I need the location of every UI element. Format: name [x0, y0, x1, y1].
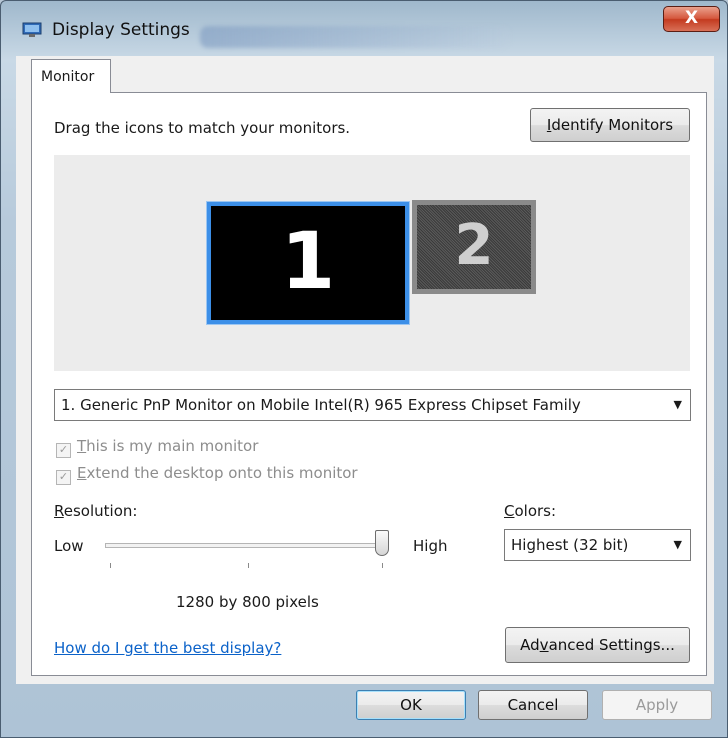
help-link[interactable]: How do I get the best display?	[54, 639, 281, 657]
monitor-select-value: 1. Generic PnP Monitor on Mobile Intel(R…	[61, 396, 581, 414]
colors-select-value: Highest (32 bit)	[511, 536, 629, 554]
chevron-down-icon: ▼	[673, 398, 682, 411]
cancel-button[interactable]: Cancel	[478, 690, 588, 720]
drag-instructions: Drag the icons to match your monitors.	[54, 119, 351, 137]
ok-button[interactable]: OK	[356, 690, 466, 720]
title-bar[interactable]: Display Settings X	[0, 0, 728, 56]
monitor-1-icon[interactable]: 1	[206, 201, 410, 325]
monitor-select[interactable]: 1. Generic PnP Monitor on Mobile Intel(R…	[54, 389, 691, 421]
resolution-high-label: High	[413, 537, 448, 555]
tab-monitor[interactable]: Monitor	[31, 59, 111, 93]
monitor-2-icon[interactable]: 2	[412, 200, 536, 294]
close-button[interactable]: X	[663, 6, 720, 32]
advanced-settings-button[interactable]: Advanced Settings...	[505, 627, 690, 663]
colors-label: Colors:	[504, 502, 557, 520]
identify-monitors-button[interactable]: Identify Monitors	[530, 108, 690, 142]
resolution-label: Resolution:	[54, 502, 138, 520]
resolution-slider-track[interactable]	[105, 543, 389, 548]
slider-tick	[110, 563, 111, 568]
extend-desktop-checkbox[interactable]: ✓ Extend the desktop onto this monitor	[56, 464, 358, 485]
resolution-value-text: 1280 by 800 pixels	[176, 593, 319, 611]
main-monitor-checkbox[interactable]: ✓ This is my main monitor	[56, 437, 258, 458]
slider-tick	[382, 563, 383, 568]
background-window-ghost	[200, 26, 510, 48]
chevron-down-icon: ▼	[673, 538, 682, 551]
resolution-slider-thumb[interactable]	[375, 530, 389, 556]
checkbox-checked-icon: ✓	[56, 470, 71, 485]
apply-button[interactable]: Apply	[602, 690, 712, 720]
resolution-low-label: Low	[54, 537, 84, 555]
window-title: Display Settings	[52, 20, 190, 40]
checkbox-checked-icon: ✓	[56, 443, 71, 458]
colors-select[interactable]: Highest (32 bit) ▼	[504, 529, 691, 561]
slider-tick	[248, 563, 249, 568]
display-settings-icon	[22, 22, 42, 37]
